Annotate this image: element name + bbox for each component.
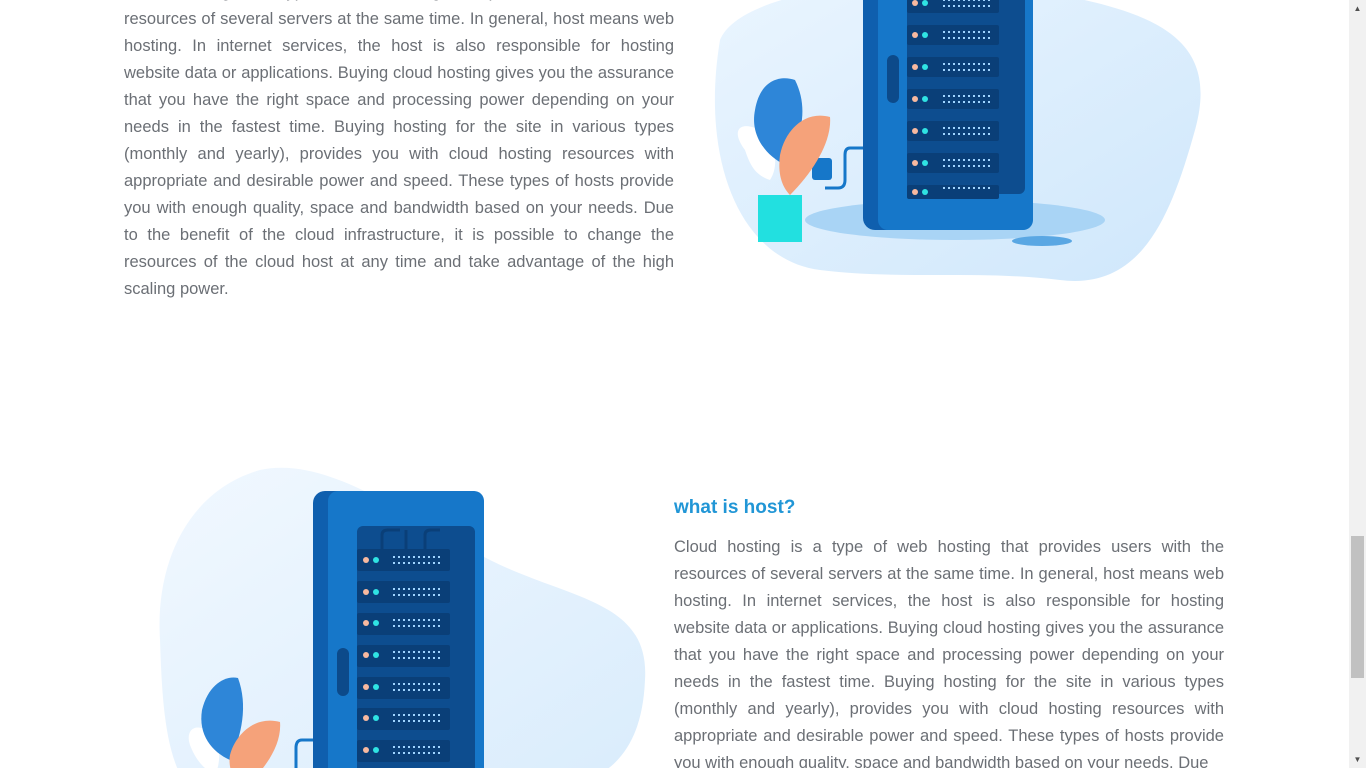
server-illustration-svg bbox=[159, 467, 646, 768]
server-rack-illustration-top bbox=[700, 0, 1210, 290]
rack-handle bbox=[887, 55, 899, 103]
server-rack-illustration-bottom bbox=[150, 460, 660, 768]
small-shadow bbox=[1012, 236, 1072, 246]
bottom-section-paragraph: Cloud hosting is a type of web hosting t… bbox=[674, 538, 1224, 768]
scroll-thumb[interactable] bbox=[1351, 536, 1364, 678]
scroll-up-arrow-icon[interactable]: ▲ bbox=[1349, 0, 1366, 17]
vertical-scrollbar[interactable]: ▲ ▼ bbox=[1349, 0, 1366, 768]
scroll-down-arrow-icon[interactable]: ▼ bbox=[1349, 751, 1366, 768]
bottom-section-content: what is host? Cloud hosting is a type of… bbox=[674, 494, 1224, 768]
section-title: what is host? bbox=[674, 497, 796, 518]
server-units bbox=[907, 0, 999, 199]
plant-pot bbox=[758, 195, 802, 242]
page: Cloud hosting is a type of web hosting t… bbox=[0, 0, 1349, 768]
server-illustration-svg bbox=[714, 0, 1201, 281]
top-section-paragraph: Cloud hosting is a type of web hosting t… bbox=[124, 0, 674, 298]
rack-handle bbox=[337, 648, 349, 696]
